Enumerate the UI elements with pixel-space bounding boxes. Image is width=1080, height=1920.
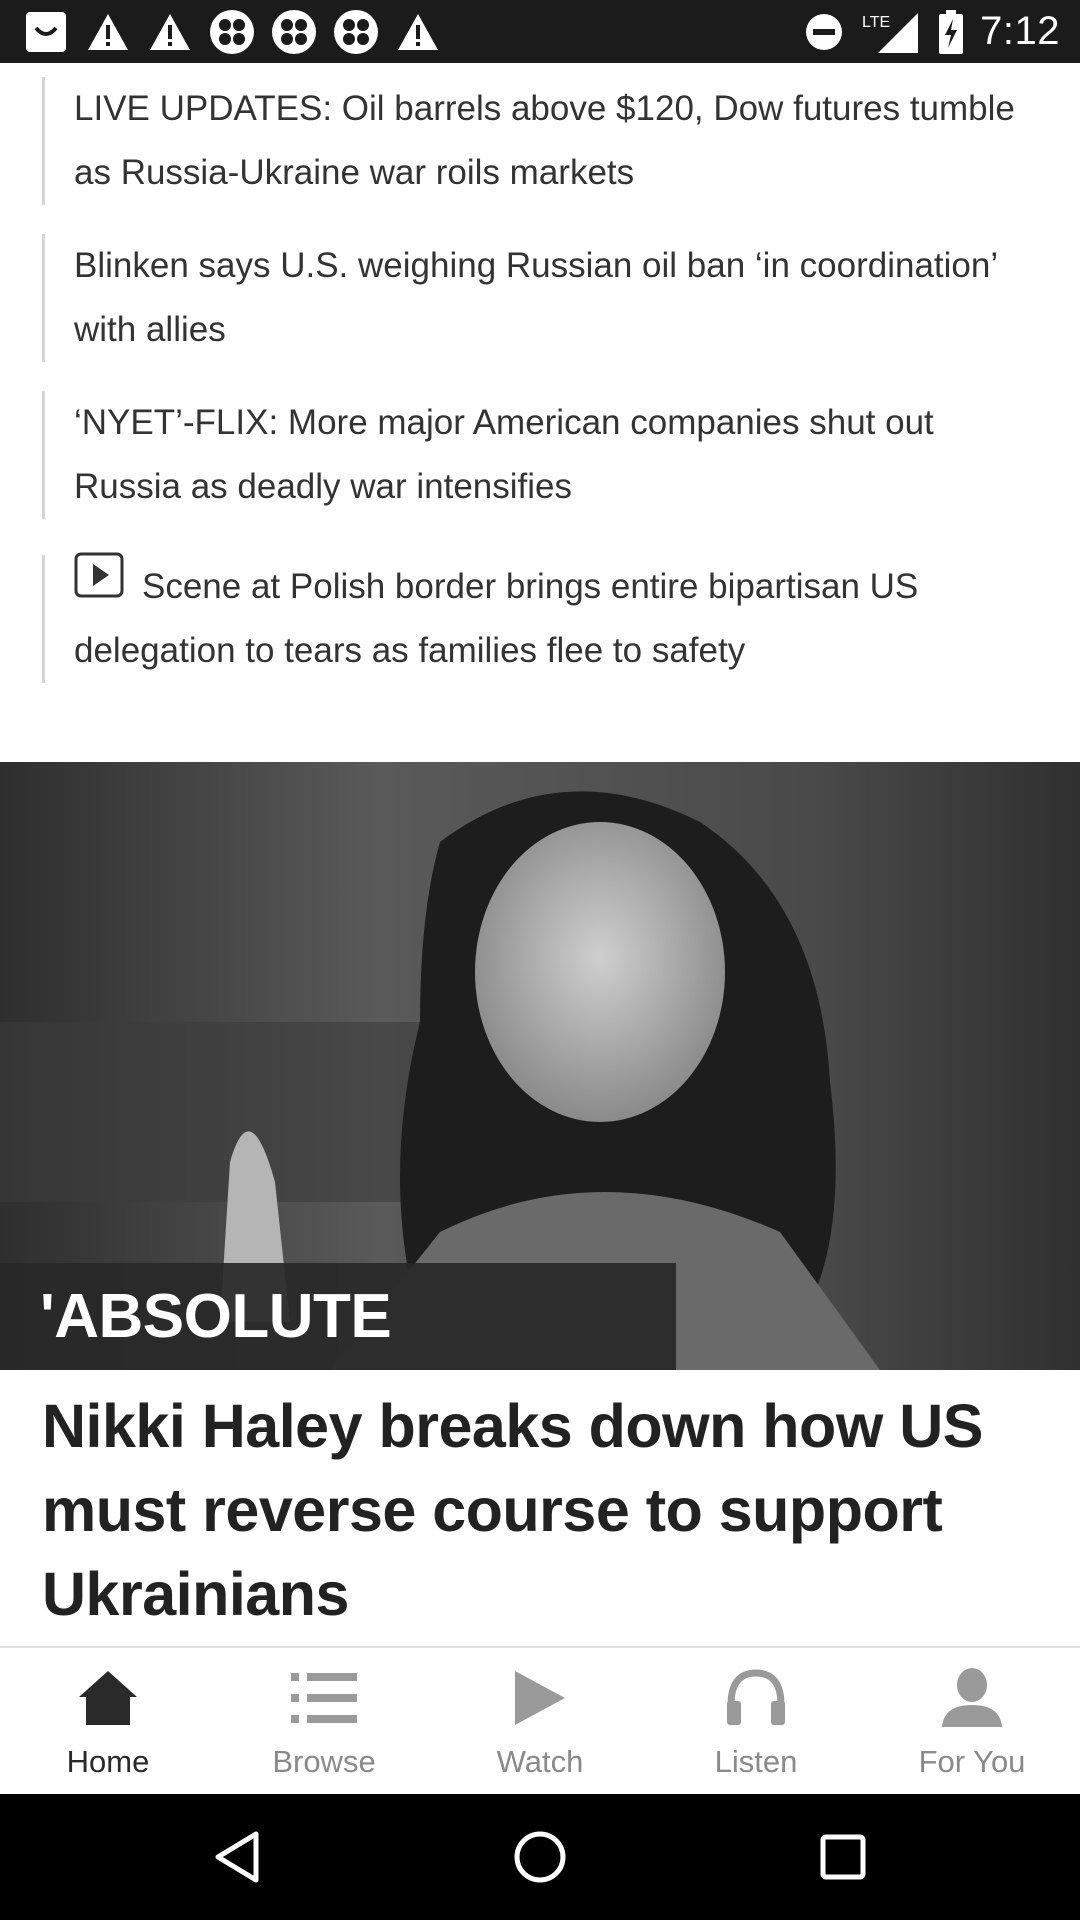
clover-icon: [332, 8, 380, 56]
network-type: LTE: [862, 14, 890, 31]
do-not-disturb-icon: [800, 8, 848, 56]
home-circle-icon[interactable]: [507, 1824, 573, 1890]
related-link-text: Blinken says U.S. weighing Russian oil b…: [74, 246, 997, 349]
hero-kicker: 'ABSOLUTE LUNACY': [0, 1263, 676, 1370]
headphones-icon: [720, 1662, 792, 1734]
system-status: LTE 7:12: [800, 0, 1060, 63]
person-icon: [936, 1662, 1008, 1734]
video-play-icon: [74, 552, 124, 619]
hero-headline[interactable]: Nikki Haley breaks down how US must reve…: [42, 1384, 1042, 1636]
play-icon: [504, 1662, 576, 1734]
alert-icon: [146, 8, 194, 56]
related-link-video[interactable]: Scene at Polish border brings entire bip…: [42, 552, 1042, 684]
alert-icon: [394, 8, 442, 56]
recents-icon[interactable]: [810, 1824, 876, 1890]
nav-label: Home: [66, 1744, 150, 1779]
related-link[interactable]: LIVE UPDATES: Oil barrels above $120, Do…: [42, 77, 1042, 205]
related-link-text: Scene at Polish border brings entire bip…: [74, 567, 919, 671]
notification-icons: [22, 8, 442, 56]
status-bar: LTE 7:12: [0, 0, 1080, 63]
nav-watch[interactable]: Watch: [432, 1648, 648, 1796]
nav-label: Listen: [714, 1744, 798, 1779]
app-icon: [22, 8, 70, 56]
bottom-nav: Home Browse Watch Listen For You: [0, 1646, 1080, 1794]
nav-listen[interactable]: Listen: [648, 1648, 864, 1796]
battery-charging-icon: [936, 8, 966, 56]
nav-home[interactable]: Home: [0, 1648, 216, 1796]
nav-label: Watch: [496, 1744, 584, 1779]
nav-for-you[interactable]: For You: [864, 1648, 1080, 1796]
nav-label: For You: [918, 1744, 1026, 1779]
nav-label: Browse: [272, 1744, 376, 1779]
back-icon[interactable]: [204, 1824, 270, 1890]
status-time: 7:12: [980, 9, 1060, 53]
hero-story[interactable]: 'ABSOLUTE LUNACY': [0, 762, 1080, 1370]
nav-browse[interactable]: Browse: [216, 1648, 432, 1796]
related-link-text: LIVE UPDATES: Oil barrels above $120, Do…: [74, 89, 1015, 192]
related-link[interactable]: Blinken says U.S. weighing Russian oil b…: [42, 234, 1042, 362]
clover-icon: [270, 8, 318, 56]
related-link-text: ‘NYET’-FLIX: More major American compani…: [74, 403, 934, 506]
clover-icon: [208, 8, 256, 56]
related-link[interactable]: ‘NYET’-FLIX: More major American compani…: [42, 391, 1042, 519]
alert-icon: [84, 8, 132, 56]
list-icon: [288, 1662, 360, 1734]
lte-signal-icon: LTE: [862, 8, 922, 56]
system-nav-bar: [0, 1794, 1080, 1920]
home-icon: [72, 1662, 144, 1734]
